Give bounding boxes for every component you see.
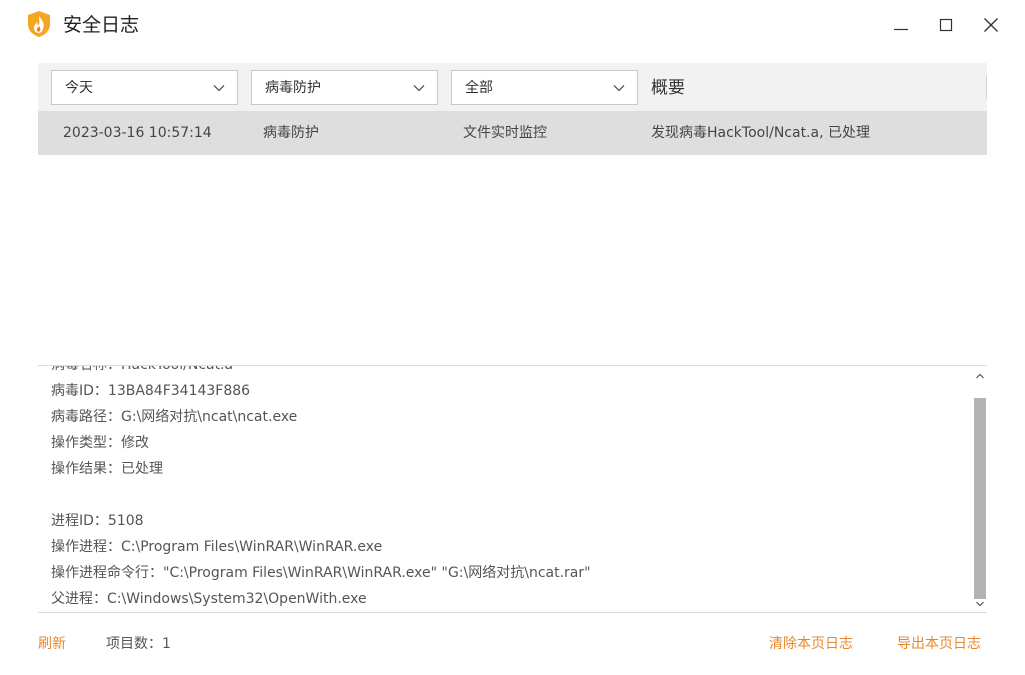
summary-column-header: 概要: [651, 78, 685, 98]
column-divider: [986, 75, 987, 99]
type-filter-dropdown[interactable]: 全部: [451, 70, 638, 105]
minimize-button[interactable]: [886, 10, 916, 40]
item-count: 项目数：1: [106, 636, 171, 652]
table-row[interactable]: 2023-03-16 10:57:14 病毒防护 文件实时监控 发现病毒Hack…: [38, 111, 987, 155]
detail-scrollbar[interactable]: [973, 366, 987, 612]
flame-shield-icon: [28, 11, 50, 37]
close-icon: [984, 18, 998, 32]
detail-line-virus-path: 病毒路径：G:\网络对抗\ncat\ncat.exe: [51, 409, 298, 425]
chevron-down-icon: [213, 85, 225, 92]
chevron-up-icon: [976, 373, 984, 379]
detail-line-operation-type: 操作类型：修改: [51, 435, 149, 451]
refresh-link[interactable]: 刷新: [38, 634, 66, 654]
log-time: 2023-03-16 10:57:14: [63, 125, 212, 141]
detail-line-operation-result: 操作结果：已处理: [51, 461, 163, 477]
detail-line-virus-name: 病毒名称：HackTool/Ncat.a: [51, 365, 234, 373]
chevron-down-icon: [613, 85, 625, 92]
detail-line-command-line: 操作进程命令行："C:\Program Files\WinRAR\WinRAR.…: [51, 565, 591, 581]
detail-line-parent-process: 父进程：C:\Windows\System32\OpenWith.exe: [51, 591, 367, 607]
scroll-thumb[interactable]: [974, 398, 986, 599]
detail-line-process: 操作进程：C:\Program Files\WinRAR\WinRAR.exe: [51, 539, 383, 555]
clear-page-log-link[interactable]: 清除本页日志: [769, 634, 853, 654]
window-title: 安全日志: [63, 14, 140, 36]
title-bar: 安全日志: [0, 0, 1025, 50]
scroll-up-button[interactable]: [973, 368, 987, 384]
maximize-icon: [939, 18, 953, 32]
detail-line-process-id: 进程ID：5108: [51, 513, 144, 529]
minimize-icon: [894, 28, 908, 31]
maximize-button[interactable]: [931, 10, 961, 40]
chevron-down-icon: [413, 85, 425, 92]
scroll-down-button[interactable]: [973, 596, 987, 612]
category-filter-value: 病毒防护: [265, 80, 321, 96]
date-filter-value: 今天: [65, 80, 93, 96]
chevron-down-icon: [976, 601, 984, 607]
table-header: 今天 病毒防护 全部 概要: [38, 63, 987, 111]
log-summary: 发现病毒HackTool/Ncat.a, 已处理: [651, 125, 870, 141]
export-page-log-link[interactable]: 导出本页日志: [897, 634, 981, 654]
type-filter-value: 全部: [465, 80, 493, 96]
detail-text: 病毒名称：HackTool/Ncat.a 病毒ID：13BA84F34143F8…: [51, 365, 951, 612]
log-detail-panel[interactable]: 病毒名称：HackTool/Ncat.a 病毒ID：13BA84F34143F8…: [38, 365, 987, 613]
detail-line-blank: [51, 482, 951, 508]
date-filter-dropdown[interactable]: 今天: [51, 70, 238, 105]
close-button[interactable]: [976, 10, 1006, 40]
detail-line-virus-id: 病毒ID：13BA84F34143F886: [51, 383, 251, 399]
category-filter-dropdown[interactable]: 病毒防护: [251, 70, 438, 105]
log-category: 病毒防护: [263, 125, 319, 141]
log-source: 文件实时监控: [463, 125, 547, 141]
